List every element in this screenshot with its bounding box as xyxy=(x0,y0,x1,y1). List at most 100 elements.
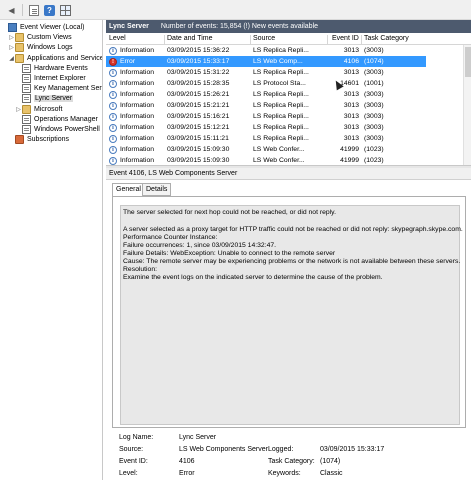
event-id-label: Event ID: xyxy=(119,458,148,465)
tab-general[interactable]: General xyxy=(112,183,145,197)
column-separator[interactable] xyxy=(327,35,328,44)
tree-item[interactable]: Subscriptions xyxy=(8,134,69,145)
error-icon: ! xyxy=(109,57,117,66)
source-value: LS Web Components Server xyxy=(179,446,268,453)
cell-datetime: 03/09/2015 15:21:21 xyxy=(167,102,230,109)
back-button[interactable]: ◀ xyxy=(4,3,19,17)
cell-category: (3003) xyxy=(364,102,384,109)
expand-arrow-icon[interactable]: ▷ xyxy=(15,106,22,113)
column-separator[interactable] xyxy=(164,35,165,44)
cell-source: LS Web Comp... xyxy=(253,58,303,65)
cell-level: Information xyxy=(120,113,155,120)
cell-source: LS Web Confer... xyxy=(253,157,305,164)
event-list-scrollbar[interactable] xyxy=(463,45,471,165)
information-icon: i xyxy=(109,68,117,77)
cell-level: Error xyxy=(120,58,136,65)
log-icon xyxy=(22,84,31,94)
table-row[interactable]: i Information 03/09/2015 15:36:22 LS Replic… xyxy=(106,45,426,56)
table-row[interactable]: i Information 03/09/2015 15:31:22 LS Replic… xyxy=(106,67,426,78)
column-header-level[interactable]: Level xyxy=(109,33,164,45)
log-icon xyxy=(22,63,31,73)
cell-category: (3003) xyxy=(364,113,384,120)
keywords-value: Classic xyxy=(320,470,343,477)
column-header-event-id[interactable]: Event ID xyxy=(332,33,362,45)
information-icon: i xyxy=(109,134,117,143)
information-icon: i xyxy=(109,112,117,121)
cell-datetime: 03/09/2015 15:12:21 xyxy=(167,124,230,131)
cell-level: Information xyxy=(120,102,155,109)
log-name-label: Log Name: xyxy=(119,434,154,441)
cell-category: (3003) xyxy=(364,124,384,131)
folder-icon xyxy=(22,104,31,114)
table-row[interactable]: i Information 03/09/2015 15:12:21 LS Replic… xyxy=(106,122,426,133)
cell-datetime: 03/09/2015 15:28:35 xyxy=(167,80,230,87)
cell-source: LS Replica Repli... xyxy=(253,69,309,76)
information-icon: i xyxy=(109,46,117,55)
cell-datetime: 03/09/2015 15:11:21 xyxy=(167,135,229,142)
task-category-label: Task Category: xyxy=(268,458,315,465)
table-row[interactable]: i Information 03/09/2015 15:21:21 LS Replic… xyxy=(106,100,426,111)
table-row[interactable]: ! Error 03/09/2015 15:33:17 LS Web Comp... 4… xyxy=(106,56,426,67)
cell-level: Information xyxy=(120,69,155,76)
column-header-task-category[interactable]: Task Category xyxy=(364,33,424,45)
logged-value: 03/09/2015 15:33:17 xyxy=(320,446,385,453)
column-header-date[interactable]: Date and Time xyxy=(167,33,247,45)
table-row[interactable]: i Information 03/09/2015 15:26:21 LS Replic… xyxy=(106,89,426,100)
expand-arrow-icon[interactable]: ▷ xyxy=(8,44,15,51)
grid-button[interactable] xyxy=(58,3,73,17)
cell-datetime: 03/09/2015 15:31:22 xyxy=(167,69,230,76)
description-line: Cause: The remote server may be experien… xyxy=(123,258,461,265)
cell-source: LS Replica Repli... xyxy=(253,47,309,54)
column-separator[interactable] xyxy=(250,35,251,44)
document-button[interactable] xyxy=(26,3,41,17)
log-title: Lync Server xyxy=(109,23,149,30)
table-row[interactable]: i Information 03/09/2015 15:09:30 LS Web Co… xyxy=(106,144,426,155)
tree-item-label: Subscriptions xyxy=(27,136,70,144)
tree-item-label: Lync Server xyxy=(34,95,74,103)
column-header-source[interactable]: Source xyxy=(253,33,323,45)
toolbar-separator xyxy=(22,4,23,16)
tree-item-label: Microsoft xyxy=(34,105,63,113)
grid-icon xyxy=(60,4,71,16)
table-row[interactable]: i Information 03/09/2015 15:09:30 LS Web Co… xyxy=(106,155,426,165)
column-separator[interactable] xyxy=(361,35,362,44)
information-icon: i xyxy=(109,79,117,88)
log-icon xyxy=(22,125,31,134)
event-properties: Log Name: Lync Server Source: LS Web Com… xyxy=(106,430,471,480)
keywords-label: Keywords: xyxy=(268,470,301,477)
cell-datetime: 03/09/2015 15:33:17 xyxy=(167,58,230,65)
information-icon: i xyxy=(109,156,117,165)
scrollbar-thumb[interactable] xyxy=(465,47,471,77)
cell-event-id: 3013 xyxy=(343,135,359,142)
cell-level: Information xyxy=(120,91,155,98)
toolbar: ◀ ? xyxy=(0,0,471,20)
description-line: Examine the event logs on the indicated … xyxy=(123,274,383,281)
table-row[interactable]: i Information 03/09/2015 15:28:35 LS Protoc… xyxy=(106,78,426,89)
help-button[interactable]: ? xyxy=(42,3,57,17)
cell-source: LS Protocol Sta... xyxy=(253,80,306,87)
cell-source: LS Web Confer... xyxy=(253,146,305,153)
expand-arrow-icon[interactable]: ▷ xyxy=(8,34,15,41)
event-id-value: 4106 xyxy=(179,458,195,465)
cell-event-id: 3013 xyxy=(343,124,359,131)
list-header: Level Date and Time Source Event ID Task… xyxy=(106,33,471,45)
cell-source: LS Replica Repli... xyxy=(253,113,309,120)
tab-details[interactable]: Details xyxy=(142,183,172,196)
folder-icon xyxy=(15,33,24,43)
cell-event-id: 4106 xyxy=(343,58,359,65)
log-icon xyxy=(22,74,31,83)
expand-arrow-icon[interactable]: ◢ xyxy=(8,55,15,62)
cell-level: Information xyxy=(120,47,155,54)
logged-label: Logged: xyxy=(268,446,294,453)
cell-event-id: 41999 xyxy=(340,157,359,164)
event-description[interactable]: The server selected for next hop could n… xyxy=(120,205,463,425)
table-row[interactable]: i Information 03/09/2015 15:16:21 LS Replic… xyxy=(106,111,426,122)
table-row[interactable]: i Information 03/09/2015 15:11:21 LS Replic… xyxy=(106,133,426,144)
subscriptions-icon xyxy=(15,135,24,145)
event-list: i Information 03/09/2015 15:36:22 LS Replic… xyxy=(106,45,471,165)
document-icon xyxy=(28,4,39,16)
cell-event-id: 41999 xyxy=(340,146,359,153)
information-icon: i xyxy=(109,145,117,154)
cell-level: Information xyxy=(120,124,155,131)
cell-level: Information xyxy=(120,80,155,87)
